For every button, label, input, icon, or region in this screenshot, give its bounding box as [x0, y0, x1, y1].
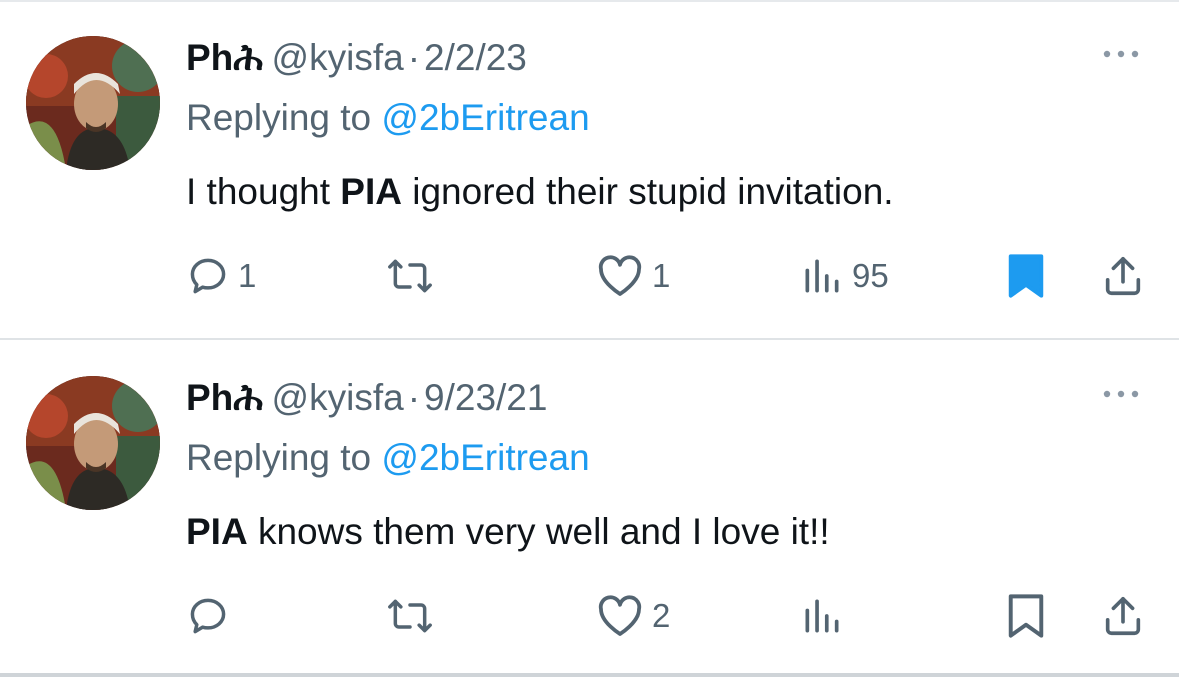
like-button[interactable]: 2	[596, 588, 670, 644]
tweet-text-pre: I thought	[186, 171, 341, 212]
reply-button[interactable]: 1	[186, 248, 256, 304]
tweet-header: Phሕ @kyisfa · 2/2/23	[186, 36, 527, 80]
tweet-text-post: knows them very well and I love it!!	[247, 511, 830, 552]
view-count: 95	[852, 257, 889, 294]
replying-prefix: Replying to	[186, 437, 372, 478]
reply-count: 1	[238, 257, 257, 294]
replying-to-link[interactable]: @2bEritrean	[381, 97, 589, 138]
views-icon	[800, 594, 844, 638]
reply-icon	[186, 254, 230, 298]
like-icon	[596, 594, 644, 638]
tweet-text-post: ignored their stupid invitation.	[401, 171, 894, 212]
like-count: 1	[652, 257, 671, 294]
user-handle[interactable]: @kyisfa	[272, 377, 404, 418]
share-button[interactable]	[1100, 588, 1146, 644]
tweet[interactable]: Phሕ @kyisfa · 2/2/23 Replying to @2bEritrea…	[0, 0, 1179, 338]
replying-prefix: Replying to	[186, 97, 372, 138]
retweet-icon	[386, 254, 434, 298]
tweet-date[interactable]: 9/23/21	[424, 377, 547, 418]
tweet[interactable]: Phሕ @kyisfa · 9/23/21 Replying to @2bEritre…	[0, 340, 1179, 673]
tweet-text-bold: PIA	[340, 171, 402, 212]
bookmark-button[interactable]	[1004, 588, 1048, 644]
tweet-text: PIA knows them very well and I love it!!	[186, 510, 830, 554]
retweet-button[interactable]	[386, 588, 434, 644]
like-icon	[596, 254, 644, 298]
bottom-border	[0, 673, 1179, 677]
share-icon	[1100, 253, 1146, 299]
more-icon[interactable]	[1101, 46, 1141, 62]
action-bar: 2	[0, 588, 1179, 644]
views-button[interactable]: 95	[800, 248, 889, 304]
more-icon[interactable]	[1101, 386, 1141, 402]
share-button[interactable]	[1100, 248, 1146, 304]
tweet-text: I thought PIA ignored their stupid invit…	[186, 170, 894, 214]
like-count: 2	[652, 597, 671, 634]
display-name[interactable]: Phሕ	[186, 377, 264, 418]
like-button[interactable]: 1	[596, 248, 670, 304]
tweet-header: Phሕ @kyisfa · 9/23/21	[186, 376, 547, 420]
bookmark-icon	[1004, 592, 1048, 640]
bookmark-icon	[1004, 252, 1048, 300]
views-button[interactable]	[800, 588, 844, 644]
retweet-button[interactable]	[386, 248, 434, 304]
bookmark-button[interactable]	[1004, 248, 1048, 304]
replying-to-link[interactable]: @2bEritrean	[381, 437, 589, 478]
replying-to-line: Replying to @2bEritrean	[186, 436, 590, 480]
separator-dot: ·	[407, 37, 421, 78]
reply-button[interactable]	[186, 588, 230, 644]
tweet-date[interactable]: 2/2/23	[424, 37, 527, 78]
views-icon	[800, 254, 844, 298]
tweet-text-bold: PIA	[186, 511, 248, 552]
share-icon	[1100, 593, 1146, 639]
action-bar: 1 1 95	[0, 248, 1179, 304]
user-handle[interactable]: @kyisfa	[272, 37, 404, 78]
display-name[interactable]: Phሕ	[186, 37, 264, 78]
retweet-icon	[386, 594, 434, 638]
separator-dot: ·	[407, 377, 421, 418]
reply-icon	[186, 594, 230, 638]
avatar[interactable]	[26, 36, 160, 170]
avatar[interactable]	[26, 376, 160, 510]
replying-to-line: Replying to @2bEritrean	[186, 96, 590, 140]
